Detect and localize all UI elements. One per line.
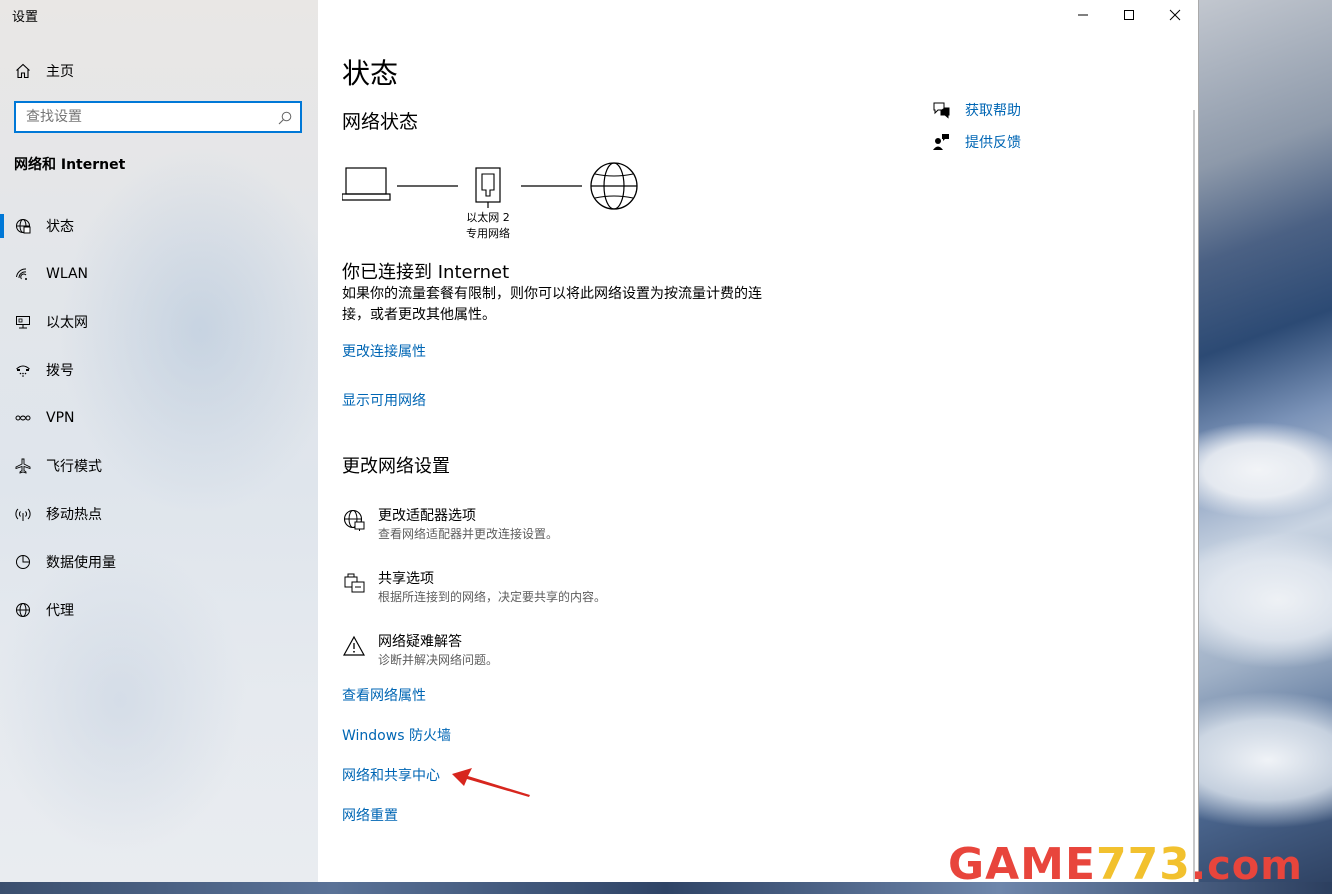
search-box — [14, 101, 302, 133]
search-icon[interactable] — [278, 110, 292, 125]
sidebar: 设置 主页 网络和 Internet 状态 — [0, 0, 318, 882]
setting-description: 查看网络适配器并更改连接设置。 — [378, 527, 559, 541]
scrollbar[interactable] — [1193, 110, 1195, 882]
get-help-link[interactable]: 获取帮助 — [932, 100, 1021, 120]
sidebar-item-vpn[interactable]: VPN — [0, 394, 318, 442]
sidebar-item-status[interactable]: 状态 — [0, 202, 318, 250]
sidebar-item-label: WLAN — [46, 266, 89, 282]
network-reset-link[interactable]: 网络重置 — [342, 805, 398, 825]
ethernet-port-icon — [475, 167, 501, 208]
sidebar-item-label: 拨号 — [46, 363, 74, 379]
sidebar-item-label: VPN — [46, 410, 75, 426]
connected-heading: 你已连接到 Internet — [342, 262, 510, 283]
sidebar-item-airplane[interactable]: 飞行模式 — [0, 442, 318, 490]
home-icon — [14, 62, 32, 80]
search-input[interactable] — [16, 103, 300, 131]
internet-globe-icon — [590, 162, 638, 210]
network-type: 专用网络 — [466, 227, 510, 240]
adapter-name: 以太网 2 — [466, 211, 510, 224]
sidebar-item-hotspot[interactable]: 移动热点 — [0, 490, 318, 538]
view-network-properties-link[interactable]: 查看网络属性 — [342, 685, 426, 705]
sidebar-item-wlan[interactable]: WLAN — [0, 250, 318, 298]
get-help-label: 获取帮助 — [965, 103, 1021, 119]
adapter-options-setting[interactable]: 更改适配器选项 查看网络适配器并更改连接设置。 — [342, 506, 558, 542]
data-usage-icon — [14, 553, 32, 571]
vpn-icon — [14, 409, 32, 427]
home-label: 主页 — [46, 64, 74, 80]
windows-firewall-link[interactable]: Windows 防火墙 — [342, 725, 451, 745]
section-title: 网络和 Internet — [14, 157, 126, 173]
adapter-globe-icon — [342, 508, 366, 532]
sidebar-item-label: 飞行模式 — [46, 459, 102, 475]
globe-status-icon — [14, 217, 32, 235]
help-chat-icon — [932, 101, 950, 119]
setting-description: 诊断并解决网络问题。 — [378, 653, 499, 667]
sharing-icon — [342, 571, 366, 595]
feedback-link[interactable]: 提供反馈 — [932, 132, 1021, 152]
troubleshoot-setting[interactable]: 网络疑难解答 诊断并解决网络问题。 — [342, 632, 498, 668]
feedback-person-icon — [932, 133, 950, 151]
hotspot-icon — [14, 505, 32, 523]
feedback-label: 提供反馈 — [965, 135, 1021, 151]
main-content: 状态 网络状态 以太网 2 专用网络 你已连接到 Internet 如果你的流量… — [318, 0, 1198, 882]
change-network-settings-heading: 更改网络设置 — [342, 456, 450, 477]
network-sharing-center-link[interactable]: 网络和共享中心 — [342, 765, 440, 785]
watermark-part1: GAME — [948, 839, 1097, 890]
airplane-icon — [14, 457, 32, 475]
setting-title: 更改适配器选项 — [378, 508, 476, 524]
laptop-icon — [342, 167, 391, 201]
network-diagram: 以太网 2 专用网络 — [342, 160, 642, 250]
watermark-part3: .com — [1190, 843, 1303, 889]
ethernet-icon — [14, 313, 32, 331]
settings-window: 设置 主页 网络和 Internet 状态 — [0, 0, 1198, 882]
change-connection-properties-link[interactable]: 更改连接属性 — [342, 341, 426, 361]
home-nav-item[interactable]: 主页 — [14, 60, 74, 82]
setting-title: 共享选项 — [378, 571, 434, 587]
page-title: 状态 — [342, 57, 399, 90]
sidebar-item-label: 移动热点 — [46, 507, 102, 523]
wifi-icon — [14, 265, 32, 283]
sidebar-item-data-usage[interactable]: 数据使用量 — [0, 538, 318, 586]
network-status-heading: 网络状态 — [342, 111, 419, 133]
sidebar-item-dialup[interactable]: 拨号 — [0, 346, 318, 394]
sidebar-item-label: 数据使用量 — [46, 555, 116, 571]
sidebar-item-label: 代理 — [46, 603, 74, 619]
proxy-globe-icon — [14, 601, 32, 619]
setting-title: 网络疑难解答 — [378, 634, 462, 650]
sidebar-nav: 状态 WLAN 以太网 拨号 VPN 飞行模式 移动热点 数据使用量 代理 — [0, 202, 318, 634]
connected-description: 如果你的流量套餐有限制，则你可以将此网络设置为按流量计费的连接，或者更改其他属性… — [342, 286, 762, 323]
setting-description: 根据所连接到的网络，决定要共享的内容。 — [378, 590, 607, 604]
desktop-background — [1198, 0, 1332, 894]
show-available-networks-link[interactable]: 显示可用网络 — [342, 390, 426, 410]
watermark: GAME773.com — [948, 840, 1303, 891]
warning-icon — [342, 634, 366, 658]
window-title: 设置 — [12, 10, 39, 25]
sidebar-item-label: 以太网 — [46, 315, 88, 331]
watermark-part2: 773 — [1096, 839, 1191, 890]
sidebar-item-label: 状态 — [46, 219, 74, 235]
sharing-options-setting[interactable]: 共享选项 根据所连接到的网络，决定要共享的内容。 — [342, 569, 606, 605]
red-annotation-arrow — [452, 768, 530, 797]
dialup-icon — [14, 361, 32, 379]
sidebar-item-proxy[interactable]: 代理 — [0, 586, 318, 634]
sidebar-item-ethernet[interactable]: 以太网 — [0, 298, 318, 346]
